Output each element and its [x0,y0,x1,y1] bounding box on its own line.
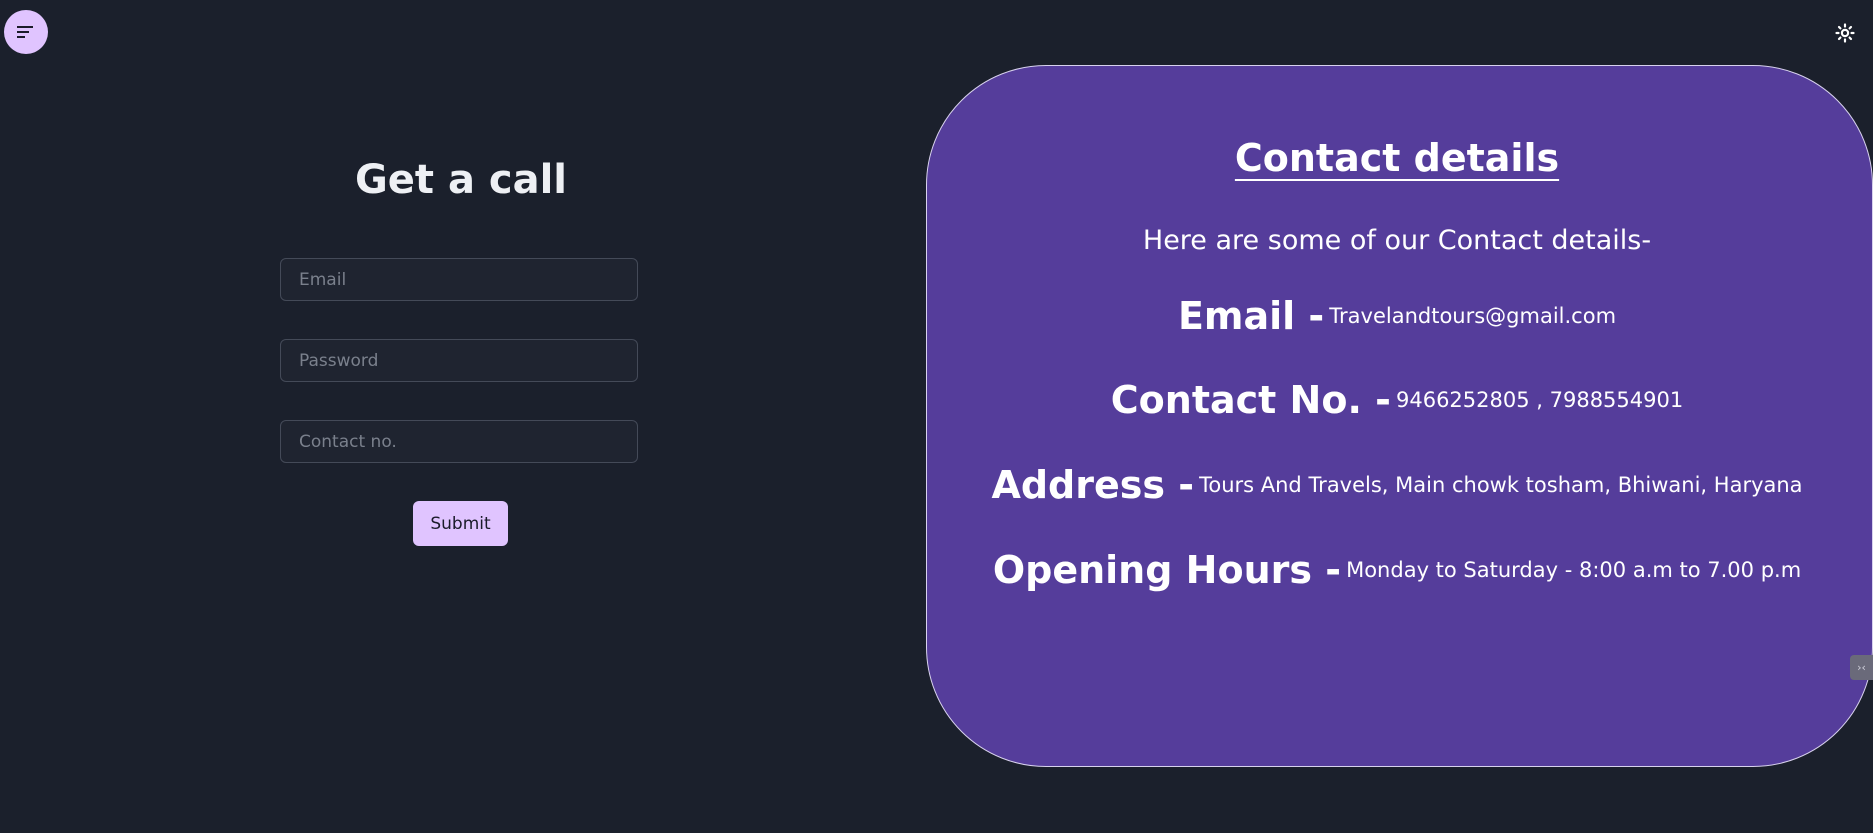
hours-value: Monday to Saturday - 8:00 a.m to 7.00 p.… [1346,558,1802,582]
hours-label: Opening Hours - [992,548,1341,592]
contact-details-card: Contact details Here are some of our Con… [926,65,1873,767]
address-label: Address - [991,463,1194,507]
form-title: Get a call [354,157,568,203]
phone-value: 9466252805 , 7988554901 [1395,388,1684,412]
address-value: Tours And Travels, Main chowk tosham, Bh… [1199,473,1803,497]
code-icon: ›‹ [1857,661,1866,674]
side-panel-tab[interactable]: ›‹ [1850,655,1873,680]
sun-icon [1835,23,1855,43]
contact-details-title: Contact details [927,132,1867,184]
email-row: Email - Travelandtours@gmail.com [927,294,1867,338]
theme-toggle-button[interactable] [1833,21,1857,45]
contact-intro: Here are some of our Contact details- [1142,225,1652,256]
phone-label: Contact No. - [1110,378,1391,422]
contact-number-field[interactable] [280,420,638,463]
email-value: Travelandtours@gmail.com [1329,304,1617,328]
contact-page: Get a call Submit Contact details Here a… [0,0,1873,833]
password-field[interactable] [280,339,638,382]
address-row: Address - Tours And Travels, Main chowk … [927,463,1867,507]
email-label: Email - [1177,294,1325,338]
email-field[interactable] [280,258,638,301]
hours-row: Opening Hours - Monday to Saturday - 8:0… [927,548,1867,592]
phone-row: Contact No. - 9466252805 , 7988554901 [927,378,1867,422]
contact-details-title-text: Contact details [1234,136,1560,180]
submit-button[interactable]: Submit [413,501,508,546]
get-a-call-form: Get a call Submit [0,0,922,833]
